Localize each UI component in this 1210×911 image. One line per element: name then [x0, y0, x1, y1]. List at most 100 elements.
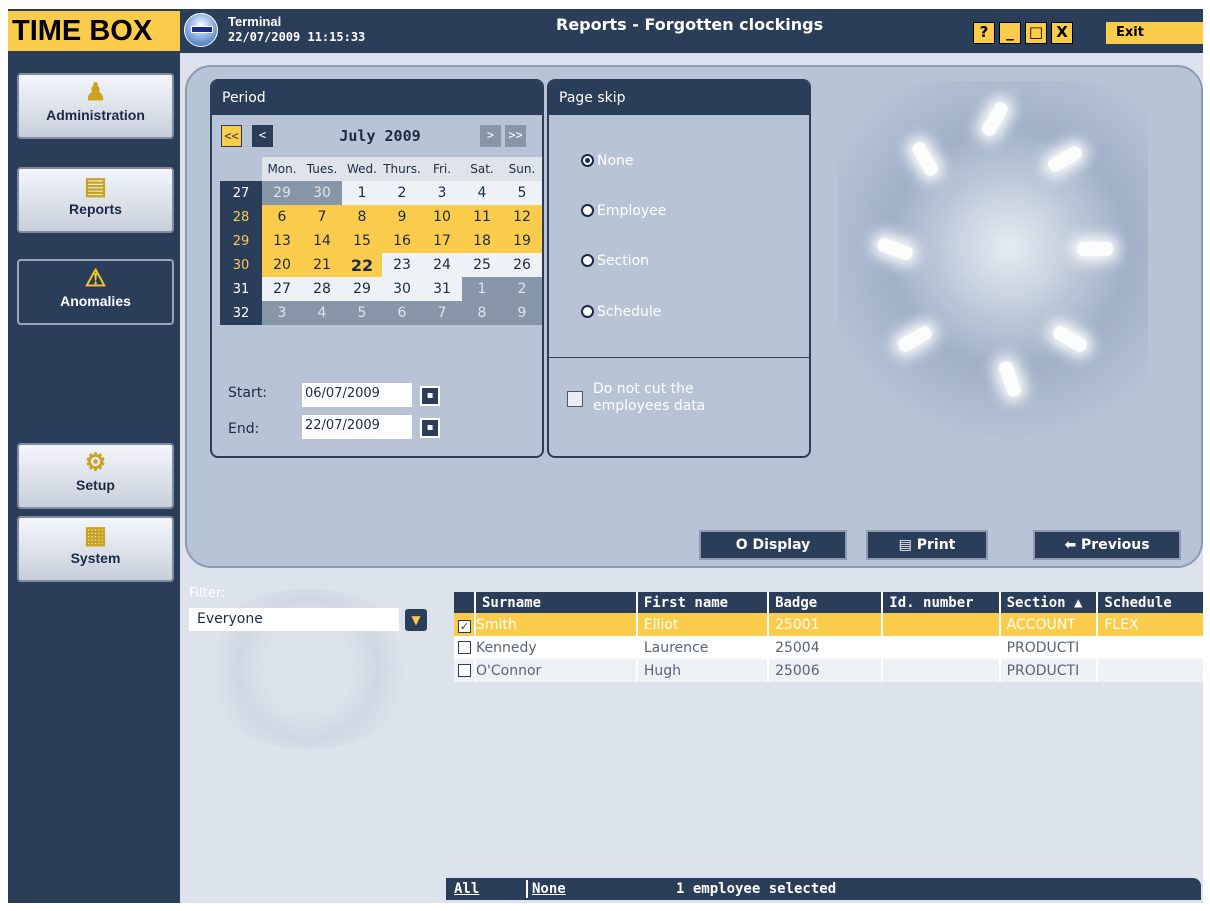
end-date-input[interactable]: 22/07/2009	[302, 415, 412, 439]
week-number[interactable]: 31	[220, 277, 262, 301]
calendar-day[interactable]: 11	[462, 205, 502, 229]
table-row[interactable]: O'Connor Hugh 25006 PRODUCTI	[454, 659, 1203, 682]
row-checkbox[interactable]: ✓	[454, 613, 476, 636]
start-date-input[interactable]: 06/07/2009	[302, 383, 412, 407]
row-checkbox[interactable]	[454, 636, 476, 659]
week-number[interactable]: 32	[220, 301, 262, 325]
column-schedule[interactable]: Schedule	[1098, 592, 1203, 613]
filter-select[interactable]: Everyone	[189, 608, 399, 631]
clock-light	[997, 359, 1023, 399]
calendar-day[interactable]: 2	[382, 181, 422, 205]
print-button[interactable]: ▤ Print	[866, 530, 988, 560]
column-first-name[interactable]: First name	[637, 592, 770, 613]
calendar-day[interactable]: 27	[262, 277, 302, 301]
checkbox[interactable]	[458, 640, 471, 654]
calendar-day[interactable]: 19	[502, 229, 542, 253]
close-button[interactable]: X	[1051, 22, 1073, 44]
calendar-day[interactable]: 13	[262, 229, 302, 253]
calendar-day[interactable]: 7	[302, 205, 342, 229]
column-badge[interactable]: Badge	[769, 592, 884, 613]
calendar-day[interactable]: 15	[342, 229, 382, 253]
week-number[interactable]: 29	[220, 229, 262, 253]
calendar-day-today[interactable]: 22	[342, 253, 382, 277]
end-date-picker-icon[interactable]: ▪	[420, 418, 440, 438]
chevron-down-icon[interactable]: ▼	[405, 609, 427, 631]
calendar-day[interactable]: 5	[342, 301, 382, 325]
column-id-number[interactable]: Id. number	[883, 592, 1001, 613]
calendar-day[interactable]: 3	[422, 181, 462, 205]
calendar-day[interactable]: 9	[382, 205, 422, 229]
no-cut-checkbox[interactable]: Do not cut the employees data	[567, 381, 753, 415]
calendar-day[interactable]: 14	[302, 229, 342, 253]
calendar-day[interactable]: 1	[462, 277, 502, 301]
calendar-day[interactable]: 8	[462, 301, 502, 325]
sidebar-item-reports[interactable]: ▤ Reports	[17, 167, 174, 233]
calendar-day[interactable]: 2	[502, 277, 542, 301]
radio-section[interactable]: Section	[581, 253, 649, 269]
minimize-button[interactable]: _	[999, 22, 1021, 44]
printer-icon: ▤	[898, 537, 917, 553]
calendar-day[interactable]: 25	[462, 253, 502, 277]
calendar-day[interactable]: 31	[422, 277, 462, 301]
display-button[interactable]: O Display	[699, 530, 847, 560]
calendar-day[interactable]: 1	[342, 181, 382, 205]
divider	[526, 880, 528, 898]
select-all-link[interactable]: All	[454, 878, 479, 900]
last-month-button[interactable]: >>	[505, 125, 526, 147]
calendar-day[interactable]: 16	[382, 229, 422, 253]
calendar-day[interactable]: 23	[382, 253, 422, 277]
calendar-day[interactable]: 3	[262, 301, 302, 325]
checkbox-checked[interactable]: ✓	[458, 620, 471, 633]
sidebar-item-anomalies[interactable]: ⚠ Anomalies	[17, 259, 174, 325]
cell-schedule	[1098, 636, 1203, 659]
maximize-button[interactable]: □	[1025, 22, 1047, 44]
calendar-day[interactable]: 24	[422, 253, 462, 277]
calendar-day[interactable]: 20	[262, 253, 302, 277]
week-number[interactable]: 28	[220, 205, 262, 229]
calendar-day[interactable]: 4	[302, 301, 342, 325]
first-month-button[interactable]: <<	[221, 125, 242, 147]
calendar-day[interactable]: 21	[302, 253, 342, 277]
calendar-day[interactable]: 5	[502, 181, 542, 205]
row-checkbox[interactable]	[454, 659, 476, 682]
calendar-day[interactable]: 29	[342, 277, 382, 301]
prev-month-button[interactable]: <	[252, 125, 273, 147]
previous-button[interactable]: ⬅ Previous	[1033, 530, 1181, 560]
radio-employee[interactable]: Employee	[581, 203, 666, 219]
column-surname[interactable]: Surname	[476, 592, 638, 613]
sidebar-item-system[interactable]: ▦ System	[17, 516, 174, 582]
sidebar-item-setup[interactable]: ⚙ Setup	[17, 443, 174, 509]
column-section[interactable]: Section ▲	[1000, 592, 1099, 613]
calendar-day[interactable]: 30	[382, 277, 422, 301]
calendar-day[interactable]: 12	[502, 205, 542, 229]
calendar-day[interactable]: 7	[422, 301, 462, 325]
calendar-day[interactable]: 4	[462, 181, 502, 205]
calendar-day[interactable]: 18	[462, 229, 502, 253]
checkbox[interactable]	[458, 663, 471, 677]
sidebar-item-administration[interactable]: ♟ Administration	[17, 73, 174, 139]
select-none-link[interactable]: None	[532, 878, 566, 900]
radio-schedule[interactable]: Schedule	[581, 304, 661, 320]
week-number[interactable]: 30	[220, 253, 262, 277]
calendar-day[interactable]: 10	[422, 205, 462, 229]
week-number[interactable]: 27	[220, 181, 262, 205]
calendar-day[interactable]: 8	[342, 205, 382, 229]
arrow-left-icon: ⬅	[1064, 537, 1082, 553]
calendar-day[interactable]: 29	[262, 181, 302, 205]
calendar-day[interactable]: 26	[502, 253, 542, 277]
calendar-day[interactable]: 9	[502, 301, 542, 325]
start-date-picker-icon[interactable]: ▪	[420, 386, 440, 406]
exit-button[interactable]: Exit	[1106, 22, 1203, 44]
help-button[interactable]: ?	[973, 22, 995, 44]
calendar-day[interactable]: 28	[302, 277, 342, 301]
next-month-button[interactable]: >	[480, 125, 501, 147]
calendar-day[interactable]: 6	[382, 301, 422, 325]
radio-none[interactable]: None	[581, 153, 634, 169]
radio-label: Employee	[597, 203, 667, 219]
calendar-day[interactable]: 6	[262, 205, 302, 229]
calendar-day[interactable]: 30	[302, 181, 342, 205]
table-row[interactable]: Kennedy Laurence 25004 PRODUCTI	[454, 636, 1203, 659]
calendar-day[interactable]: 17	[422, 229, 462, 253]
checkbox[interactable]	[567, 391, 583, 407]
table-row[interactable]: ✓ Smith Elliot 25001 ACCOUNT FLEX	[454, 613, 1203, 636]
